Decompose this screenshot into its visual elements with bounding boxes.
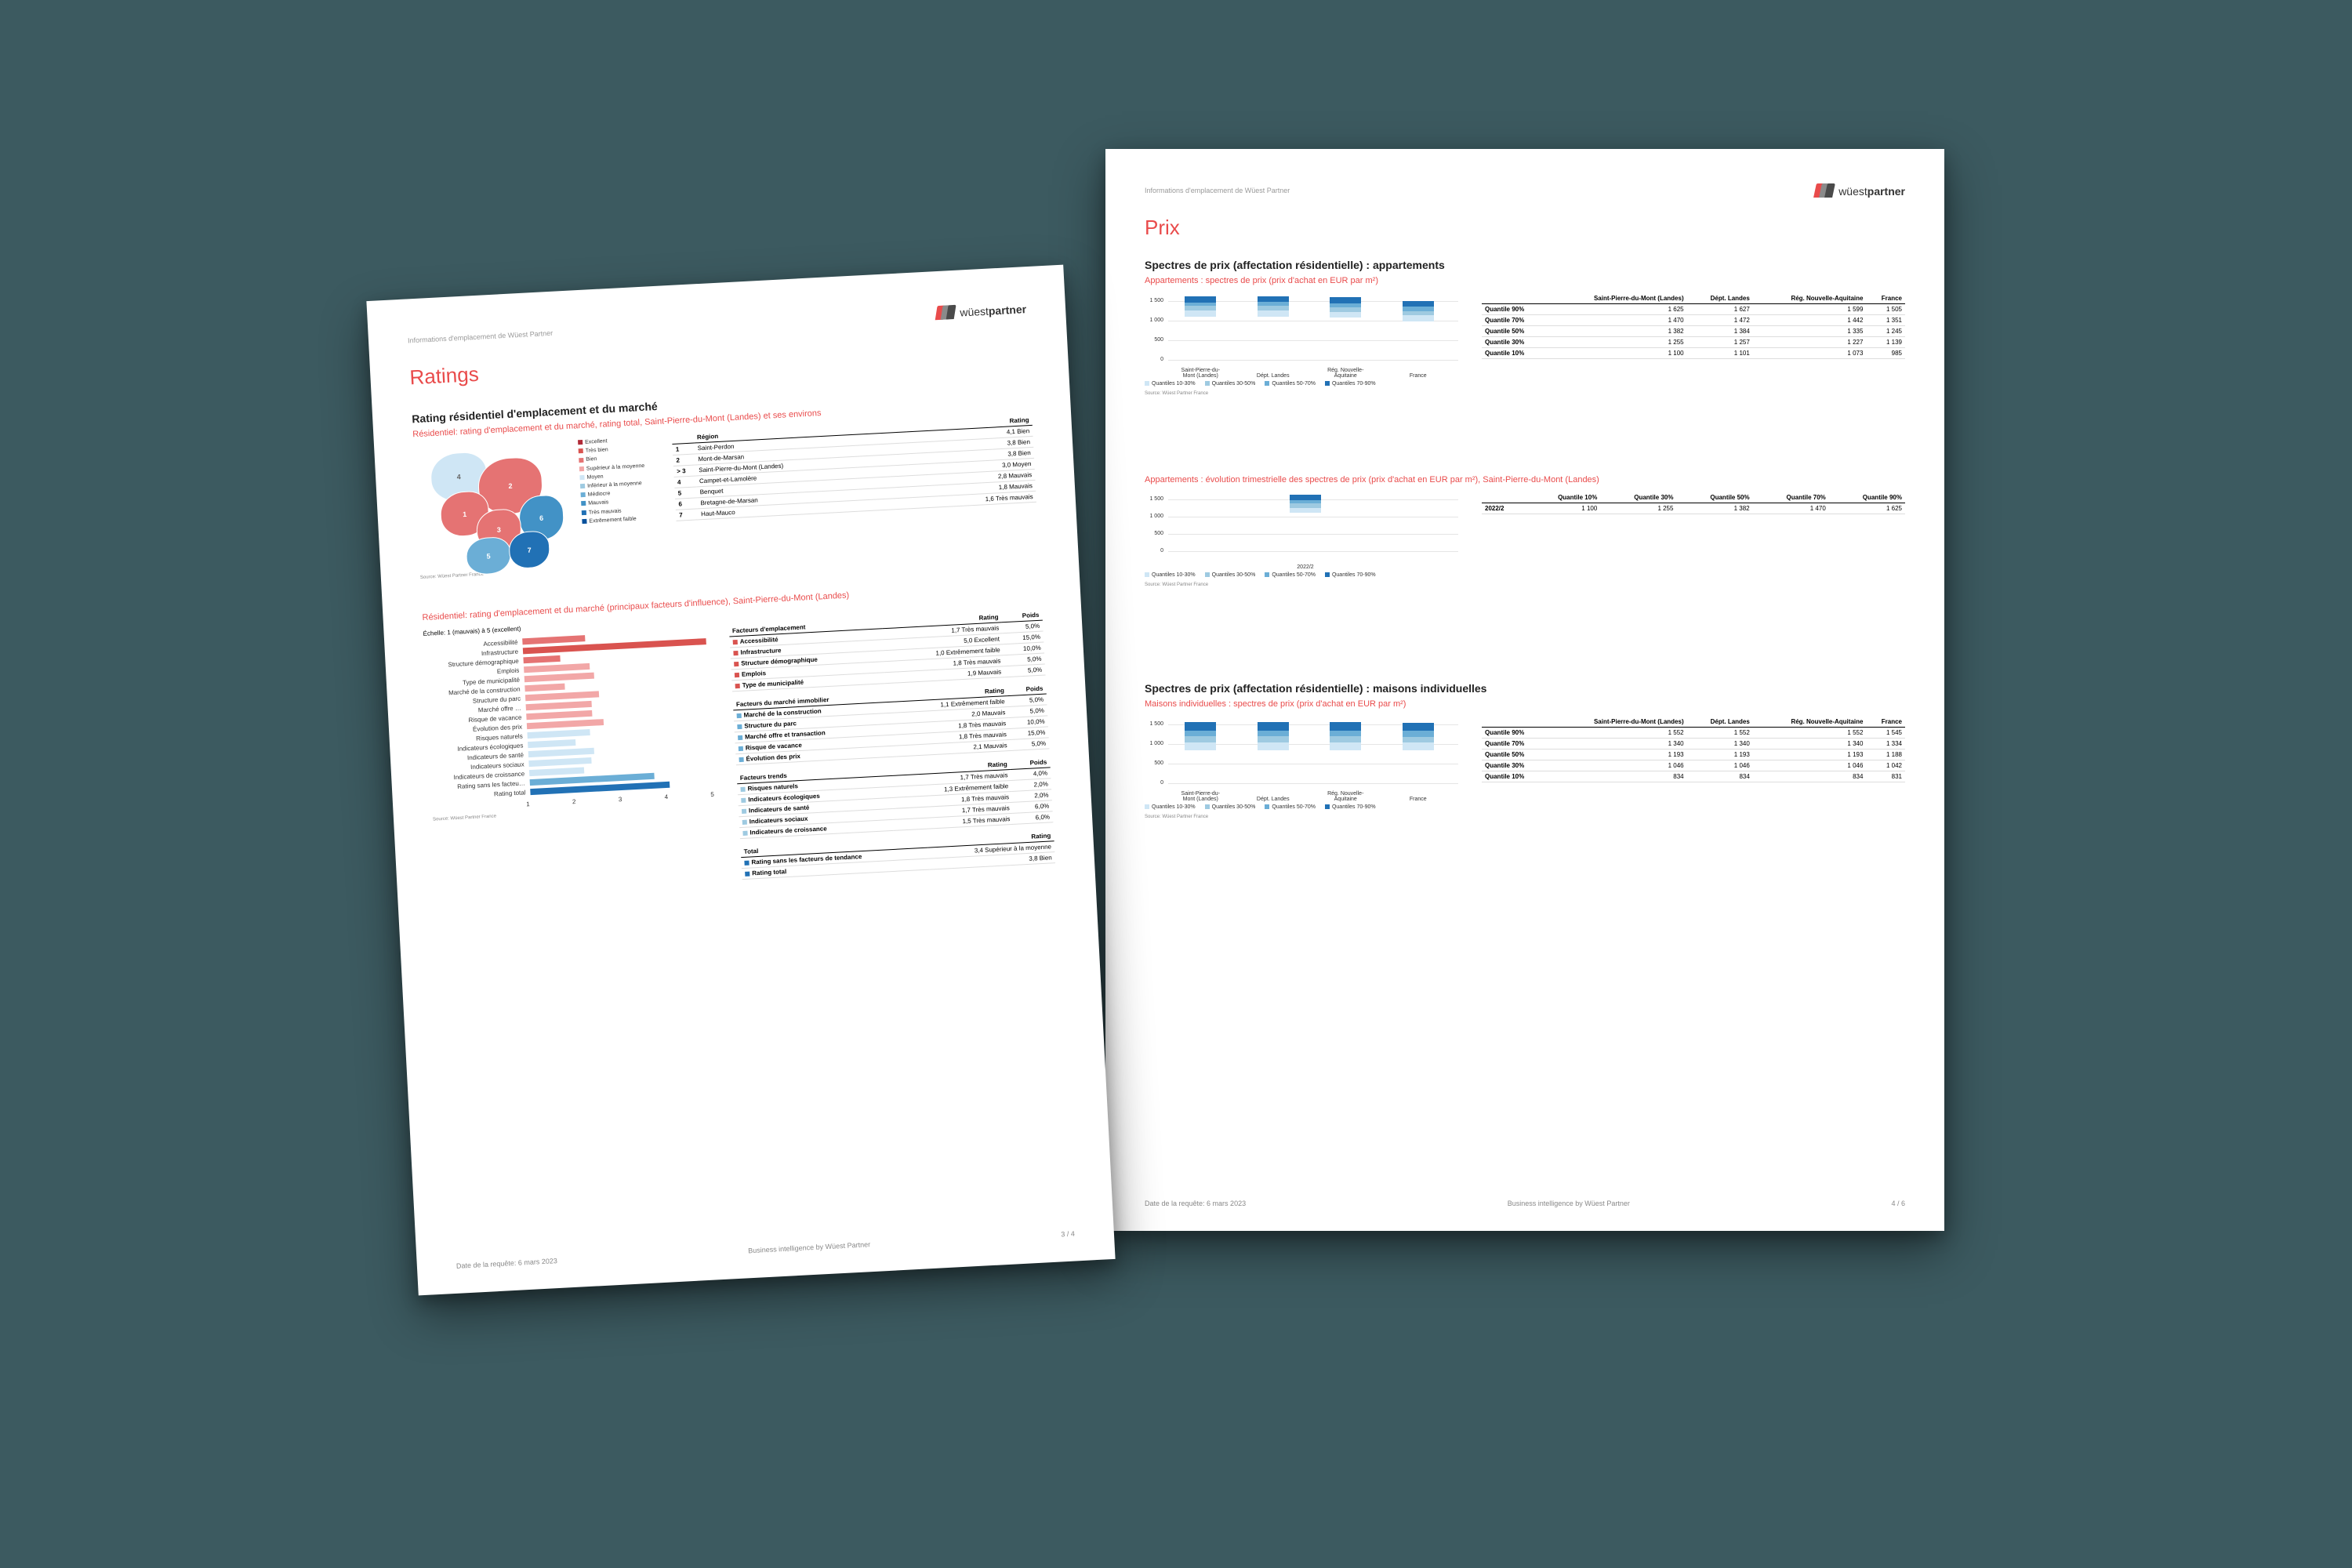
footer-brand: Business intelligence by Wüest Partner xyxy=(1508,1200,1630,1207)
source-note: Source: Wüest Partner France xyxy=(1145,391,1458,396)
price-table-maison: Saint-Pierre-du-Mont (Landes)Dépt. Lande… xyxy=(1482,717,1905,782)
brand-logo: wüestpartner xyxy=(936,301,1027,321)
footer-page: 3 / 4 xyxy=(1061,1230,1075,1239)
brand-bold: partner xyxy=(988,303,1026,318)
page-title: Ratings xyxy=(409,362,480,390)
brand-bold: partner xyxy=(1867,185,1905,198)
logo-icon xyxy=(936,305,956,321)
section-maisons: Spectres de prix (affectation résidentie… xyxy=(1145,682,1905,819)
price-table-appt: Saint-Pierre-du-Mont (Landes)Dépt. Lande… xyxy=(1482,293,1905,359)
sec-subheading: Appartements : spectres de prix (prix d'… xyxy=(1145,276,1905,285)
spectrum-chart-evo: 05001 0001 5002022/2 Quantiles 10-30%Qua… xyxy=(1145,492,1458,587)
price-table-evo: Quantile 10%Quantile 30%Quantile 50%Quan… xyxy=(1482,492,1905,514)
sec-heading: Spectres de prix (affectation résidentie… xyxy=(1145,259,1905,271)
footer-date: Date de la requête: 6 mars 2023 xyxy=(1145,1200,1246,1207)
section-appartements: Spectres de prix (affectation résidentie… xyxy=(1145,259,1905,396)
chart-legend: Quantiles 10-30%Quantiles 30-50%Quantile… xyxy=(1145,803,1458,811)
spectrum-chart-appt: 05001 0001 500Saint-Pierre-du-Mont (Land… xyxy=(1145,293,1458,396)
chart-legend: Quantiles 10-30%Quantiles 30-50%Quantile… xyxy=(1145,571,1458,579)
header-note: Informations d'emplacement de Wüest Part… xyxy=(408,304,1026,344)
header-note: Informations d'emplacement de Wüest Part… xyxy=(1145,187,1905,194)
footer-date: Date de la requête: 6 mars 2023 xyxy=(456,1257,557,1270)
sec-subheading: Appartements : évolution trimestrielle d… xyxy=(1145,475,1905,485)
factor-bar-chart: AccessibilitéInfrastructureStructure dém… xyxy=(423,627,713,802)
footer-page: 4 / 6 xyxy=(1891,1200,1905,1207)
section-factors: Résidentiel: rating d'emplacement et du … xyxy=(422,576,1055,896)
sec-subheading: Maisons individuelles : spectres de prix… xyxy=(1145,699,1905,709)
report-page-prix: Informations d'emplacement de Wüest Part… xyxy=(1105,149,1944,1231)
logo-icon xyxy=(1815,183,1834,199)
region-rating-table: RégionRating1Saint-Perdon4,1 Bien2Mont-d… xyxy=(672,415,1036,521)
choropleth-map: 4216357 xyxy=(413,439,568,572)
footer-brand: Business intelligence by Wüest Partner xyxy=(748,1240,870,1254)
spectrum-chart-maison: 05001 0001 500Saint-Pierre-du-Mont (Land… xyxy=(1145,717,1458,819)
map-legend: ExcellentTrès bienBienSupérieur à la moy… xyxy=(578,434,662,564)
section-rating-map: Rating résidentiel d'emplacement et du m… xyxy=(412,380,1039,580)
report-page-ratings: Informations d'emplacement de Wüest Part… xyxy=(366,265,1115,1296)
page-footer: Date de la requête: 6 mars 2023 Business… xyxy=(1145,1200,1905,1207)
source-note: Source: Wüest Partner France xyxy=(433,803,715,822)
page-footer: Date de la requête: 6 mars 2023 Business… xyxy=(456,1230,1075,1270)
brand-light: wüest xyxy=(1838,185,1867,198)
source-note: Source: Wüest Partner France xyxy=(1145,815,1458,819)
page-title: Prix xyxy=(1145,216,1180,240)
section-evolution: Appartements : évolution trimestrielle d… xyxy=(1145,470,1905,587)
brand-light: wüest xyxy=(960,305,989,319)
chart-legend: Quantiles 10-30%Quantiles 30-50%Quantile… xyxy=(1145,379,1458,388)
brand-logo: wüestpartner xyxy=(1815,183,1905,199)
sec-heading: Spectres de prix (affectation résidentie… xyxy=(1145,682,1905,695)
source-note: Source: Wüest Partner France xyxy=(1145,583,1458,587)
